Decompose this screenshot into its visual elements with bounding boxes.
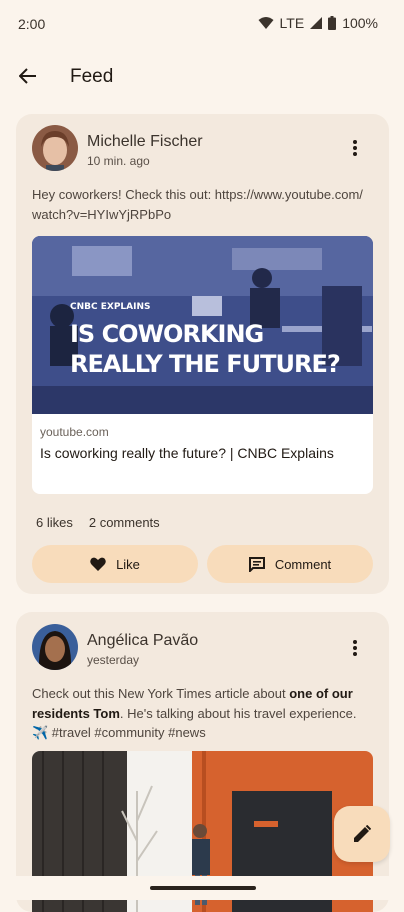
more-options-button[interactable]	[343, 136, 367, 160]
arrow-back-icon	[19, 68, 36, 84]
preview-title[interactable]: Is coworking really the future? | CNBC E…	[40, 442, 360, 465]
status-bar: 2:00 LTE 100%	[0, 0, 404, 48]
comments-count[interactable]: 2 comments	[89, 515, 160, 530]
more-vert-icon	[353, 640, 357, 656]
more-vert-icon	[353, 140, 357, 156]
battery-icon	[328, 16, 337, 30]
post-text: Hey coworkers! Check this out: https://w…	[32, 187, 363, 222]
post-author[interactable]: Angélica Pavão	[87, 632, 198, 650]
back-button[interactable]	[14, 62, 42, 90]
post-author[interactable]: Michelle Fischer	[87, 133, 203, 151]
preview-overlay-headline: IS COWORKING REALLY THE FUTURE?	[70, 320, 341, 378]
post-time: yesterday	[87, 653, 140, 667]
signal-icon	[310, 17, 323, 29]
post-time: 10 min. ago	[87, 154, 150, 168]
like-label: Like	[116, 556, 140, 572]
status-icons: LTE 100%	[258, 15, 378, 31]
battery-label: 100%	[342, 15, 378, 31]
edit-icon	[354, 825, 371, 842]
wifi-icon	[258, 17, 274, 29]
preview-overlay-tag: CNBC EXPLAINS	[70, 302, 151, 312]
page-title: Feed	[70, 66, 114, 87]
preview-domain: youtube.com	[40, 425, 109, 439]
network-label: LTE	[279, 15, 305, 31]
post-stats: 6 likes 2 comments	[36, 515, 160, 530]
post-text: Check out this New York Times article ab…	[32, 684, 372, 743]
compose-fab[interactable]	[334, 806, 390, 862]
comment-label: Comment	[274, 556, 332, 572]
comment-button[interactable]: Comment	[207, 545, 373, 583]
like-button[interactable]: Like	[32, 545, 198, 583]
avatar[interactable]	[32, 125, 78, 171]
more-options-button[interactable]	[343, 636, 367, 660]
home-handle[interactable]	[150, 886, 256, 890]
likes-count[interactable]: 6 likes	[36, 515, 73, 530]
avatar[interactable]	[32, 624, 78, 670]
link-preview[interactable]: CNBC EXPLAINS IS COWORKING REALLY THE FU…	[32, 236, 373, 494]
status-time: 2:00	[18, 16, 46, 32]
heart-icon	[90, 557, 106, 571]
post-card[interactable]: Angélica Pavão yesterday Check out this …	[16, 612, 389, 912]
top-app-bar: Feed	[0, 48, 404, 104]
link-preview-image: CNBC EXPLAINS IS COWORKING REALLY THE FU…	[32, 236, 373, 414]
comment-icon	[248, 556, 265, 572]
gesture-nav-bar	[0, 876, 404, 900]
post-card[interactable]: Michelle Fischer 10 min. ago Hey coworke…	[16, 114, 389, 594]
post-text-part: Check out this New York Times article ab…	[32, 686, 290, 701]
